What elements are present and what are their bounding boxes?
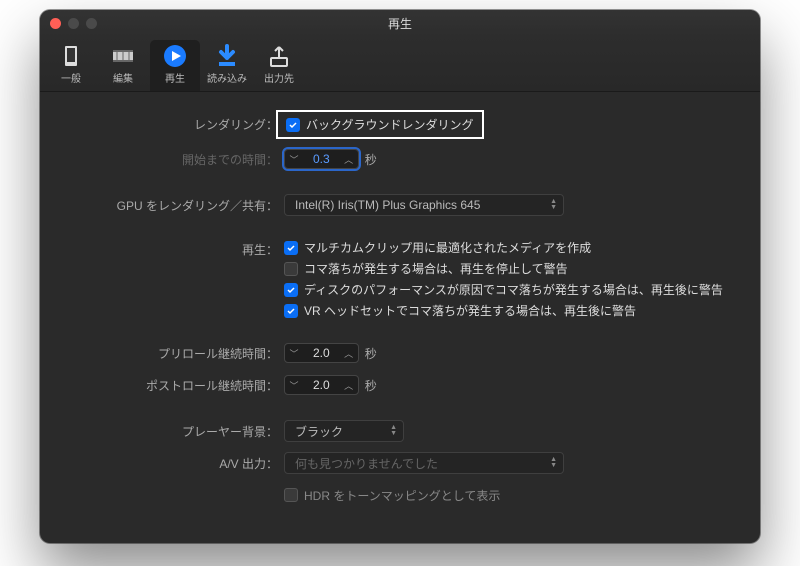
playback-option-checkbox[interactable] <box>284 304 298 318</box>
gpu-select[interactable]: Intel(R) Iris(TM) Plus Graphics 645 ▲▼ <box>284 194 564 216</box>
playback-option-label: ディスクのパフォーマンスが原因でコマ落ちが発生する場合は、再生後に警告 <box>304 281 723 298</box>
bg-rendering-checkbox[interactable] <box>286 118 300 132</box>
content-area: レンダリング： バックグラウンドレンダリング 開始までの時間： ﹀ 0.3 ︿ … <box>40 92 760 543</box>
updown-icon: ▲▼ <box>390 425 397 437</box>
hdr-checkbox[interactable] <box>284 488 298 502</box>
start-delay-stepper[interactable]: ﹀ 0.3 ︿ <box>284 149 359 169</box>
updown-icon: ▲▼ <box>550 457 557 469</box>
titlebar: 再生 <box>40 10 760 36</box>
playback-label: 再生： <box>68 239 284 258</box>
tab-editing[interactable]: 編集 <box>98 40 148 91</box>
rendering-label: レンダリング： <box>68 116 284 133</box>
chevron-down-icon[interactable]: ﹀ <box>285 376 303 394</box>
general-icon <box>59 44 83 68</box>
playback-option-checkbox[interactable] <box>284 262 298 276</box>
playback-option-checkbox[interactable] <box>284 241 298 255</box>
preroll-stepper[interactable]: ﹀ 2.0 ︿ <box>284 343 359 363</box>
destinations-icon <box>267 44 291 68</box>
hdr-label: HDR をトーンマッピングとして表示 <box>304 487 500 504</box>
postroll-stepper[interactable]: ﹀ 2.0 ︿ <box>284 375 359 395</box>
chevron-up-icon[interactable]: ︿ <box>340 376 358 394</box>
play-icon <box>163 44 187 68</box>
preroll-label: プリロール継続時間： <box>68 345 284 362</box>
tab-import[interactable]: 読み込み <box>202 40 252 91</box>
playback-option-label: コマ落ちが発生する場合は、再生を停止して警告 <box>304 260 568 277</box>
highlight-annotation: バックグラウンドレンダリング <box>276 110 484 139</box>
chevron-down-icon[interactable]: ﹀ <box>285 344 303 362</box>
chevron-up-icon[interactable]: ︿ <box>340 150 358 168</box>
playback-option-label: VR ヘッドセットでコマ落ちが発生する場合は、再生後に警告 <box>304 302 636 319</box>
av-out-select[interactable]: 何も見つかりませんでした ▲▼ <box>284 452 564 474</box>
updown-icon: ▲▼ <box>550 199 557 211</box>
start-delay-label: 開始までの時間： <box>68 151 284 168</box>
player-bg-label: プレーヤー背景： <box>68 423 284 440</box>
tab-general[interactable]: 一般 <box>46 40 96 91</box>
chevron-down-icon[interactable]: ﹀ <box>285 150 303 168</box>
prefs-toolbar: 一般 編集 再生 読み込み 出力先 <box>40 36 760 92</box>
playback-options: マルチカムクリップ用に最適化されたメディアを作成コマ落ちが発生する場合は、再生を… <box>284 239 723 319</box>
playback-option-label: マルチカムクリップ用に最適化されたメディアを作成 <box>304 239 591 256</box>
chevron-up-icon[interactable]: ︿ <box>340 344 358 362</box>
preferences-window: 再生 一般 編集 再生 読み込み <box>40 10 760 543</box>
gpu-label: GPU をレンダリング／共有： <box>68 197 284 214</box>
av-out-label: A/V 出力： <box>68 455 284 472</box>
import-icon <box>215 44 239 68</box>
player-bg-select[interactable]: ブラック ▲▼ <box>284 420 404 442</box>
tab-destinations[interactable]: 出力先 <box>254 40 304 91</box>
postroll-label: ポストロール継続時間： <box>68 377 284 394</box>
bg-rendering-label: バックグラウンドレンダリング <box>306 116 474 133</box>
tab-playback[interactable]: 再生 <box>150 40 200 91</box>
editing-icon <box>111 44 135 68</box>
window-title: 再生 <box>40 15 760 32</box>
playback-option-checkbox[interactable] <box>284 283 298 297</box>
